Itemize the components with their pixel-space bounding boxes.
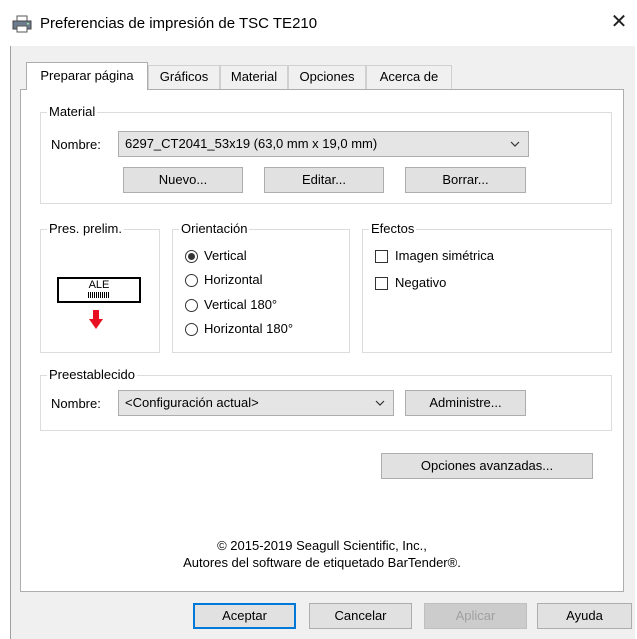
copyright-line-1: © 2015-2019 Seagull Scientific, Inc., xyxy=(217,538,427,553)
chevron-down-icon xyxy=(375,400,385,406)
tab-preparar-pagina[interactable]: Preparar página xyxy=(26,62,148,90)
label-preview: ALE xyxy=(57,277,141,303)
radio-horizontal[interactable] xyxy=(185,274,198,287)
new-material-button[interactable]: Nuevo... xyxy=(123,167,243,193)
radio-horizontal-180-label: Horizontal 180° xyxy=(204,321,294,336)
chevron-down-icon xyxy=(510,141,520,147)
ok-button[interactable]: Aceptar xyxy=(193,603,296,629)
cancel-button[interactable]: Cancelar xyxy=(309,603,412,629)
window-title: Preferencias de impresión de TSC TE210 xyxy=(40,15,318,32)
radio-vertical-180-label: Vertical 180° xyxy=(204,297,278,312)
preset-name-label: Nombre: xyxy=(51,396,101,411)
printer-icon xyxy=(12,15,32,33)
checkbox-negative-label: Negativo xyxy=(395,275,447,290)
orientation-group-label: Orientación xyxy=(181,221,248,236)
tab-opciones[interactable]: Opciones xyxy=(288,65,366,89)
material-name-value: 6297_CT2041_53x19 (63,0 mm x 19,0 mm) xyxy=(125,136,378,151)
material-name-label: Nombre: xyxy=(51,137,101,152)
radio-horizontal-label: Horizontal xyxy=(204,272,263,287)
down-arrow-icon xyxy=(89,310,103,329)
advanced-options-button[interactable]: Opciones avanzadas... xyxy=(381,453,593,479)
effects-group-label: Efectos xyxy=(371,221,415,236)
radio-vertical-label: Vertical xyxy=(204,248,247,263)
checkbox-negative[interactable] xyxy=(375,277,388,290)
radio-vertical[interactable] xyxy=(185,250,198,263)
preset-group-label: Preestablecido xyxy=(49,367,135,382)
material-group-label: Material xyxy=(49,104,96,119)
manage-presets-button[interactable]: Administre... xyxy=(405,390,526,416)
checkbox-mirror-image-label: Imagen simétrica xyxy=(395,248,494,263)
tab-material[interactable]: Material xyxy=(220,65,288,89)
material-name-select[interactable]: 6297_CT2041_53x19 (63,0 mm x 19,0 mm) xyxy=(118,131,529,157)
radio-vertical-180[interactable] xyxy=(185,299,198,312)
preset-name-select[interactable]: <Configuración actual> xyxy=(118,390,394,416)
barcode-icon xyxy=(88,292,110,298)
delete-material-button[interactable]: Borrar... xyxy=(405,167,526,193)
radio-horizontal-180[interactable] xyxy=(185,323,198,336)
apply-button[interactable]: Aplicar xyxy=(424,603,527,629)
edit-material-button[interactable]: Editar... xyxy=(264,167,384,193)
help-button[interactable]: Ayuda xyxy=(537,603,632,629)
close-icon[interactable]: ✕ xyxy=(608,10,630,34)
preview-label-text: ALE xyxy=(88,279,110,291)
tab-acerca-de[interactable]: Acerca de xyxy=(366,65,452,89)
tab-graficos[interactable]: Gráficos xyxy=(148,65,220,89)
preset-name-value: <Configuración actual> xyxy=(125,395,259,410)
copyright-line-2: Autores del software de etiquetado BarTe… xyxy=(183,555,461,570)
copyright-text: © 2015-2019 Seagull Scientific, Inc., Au… xyxy=(20,537,624,571)
preview-group-label: Pres. prelim. xyxy=(49,221,122,236)
checkbox-mirror-image[interactable] xyxy=(375,250,388,263)
